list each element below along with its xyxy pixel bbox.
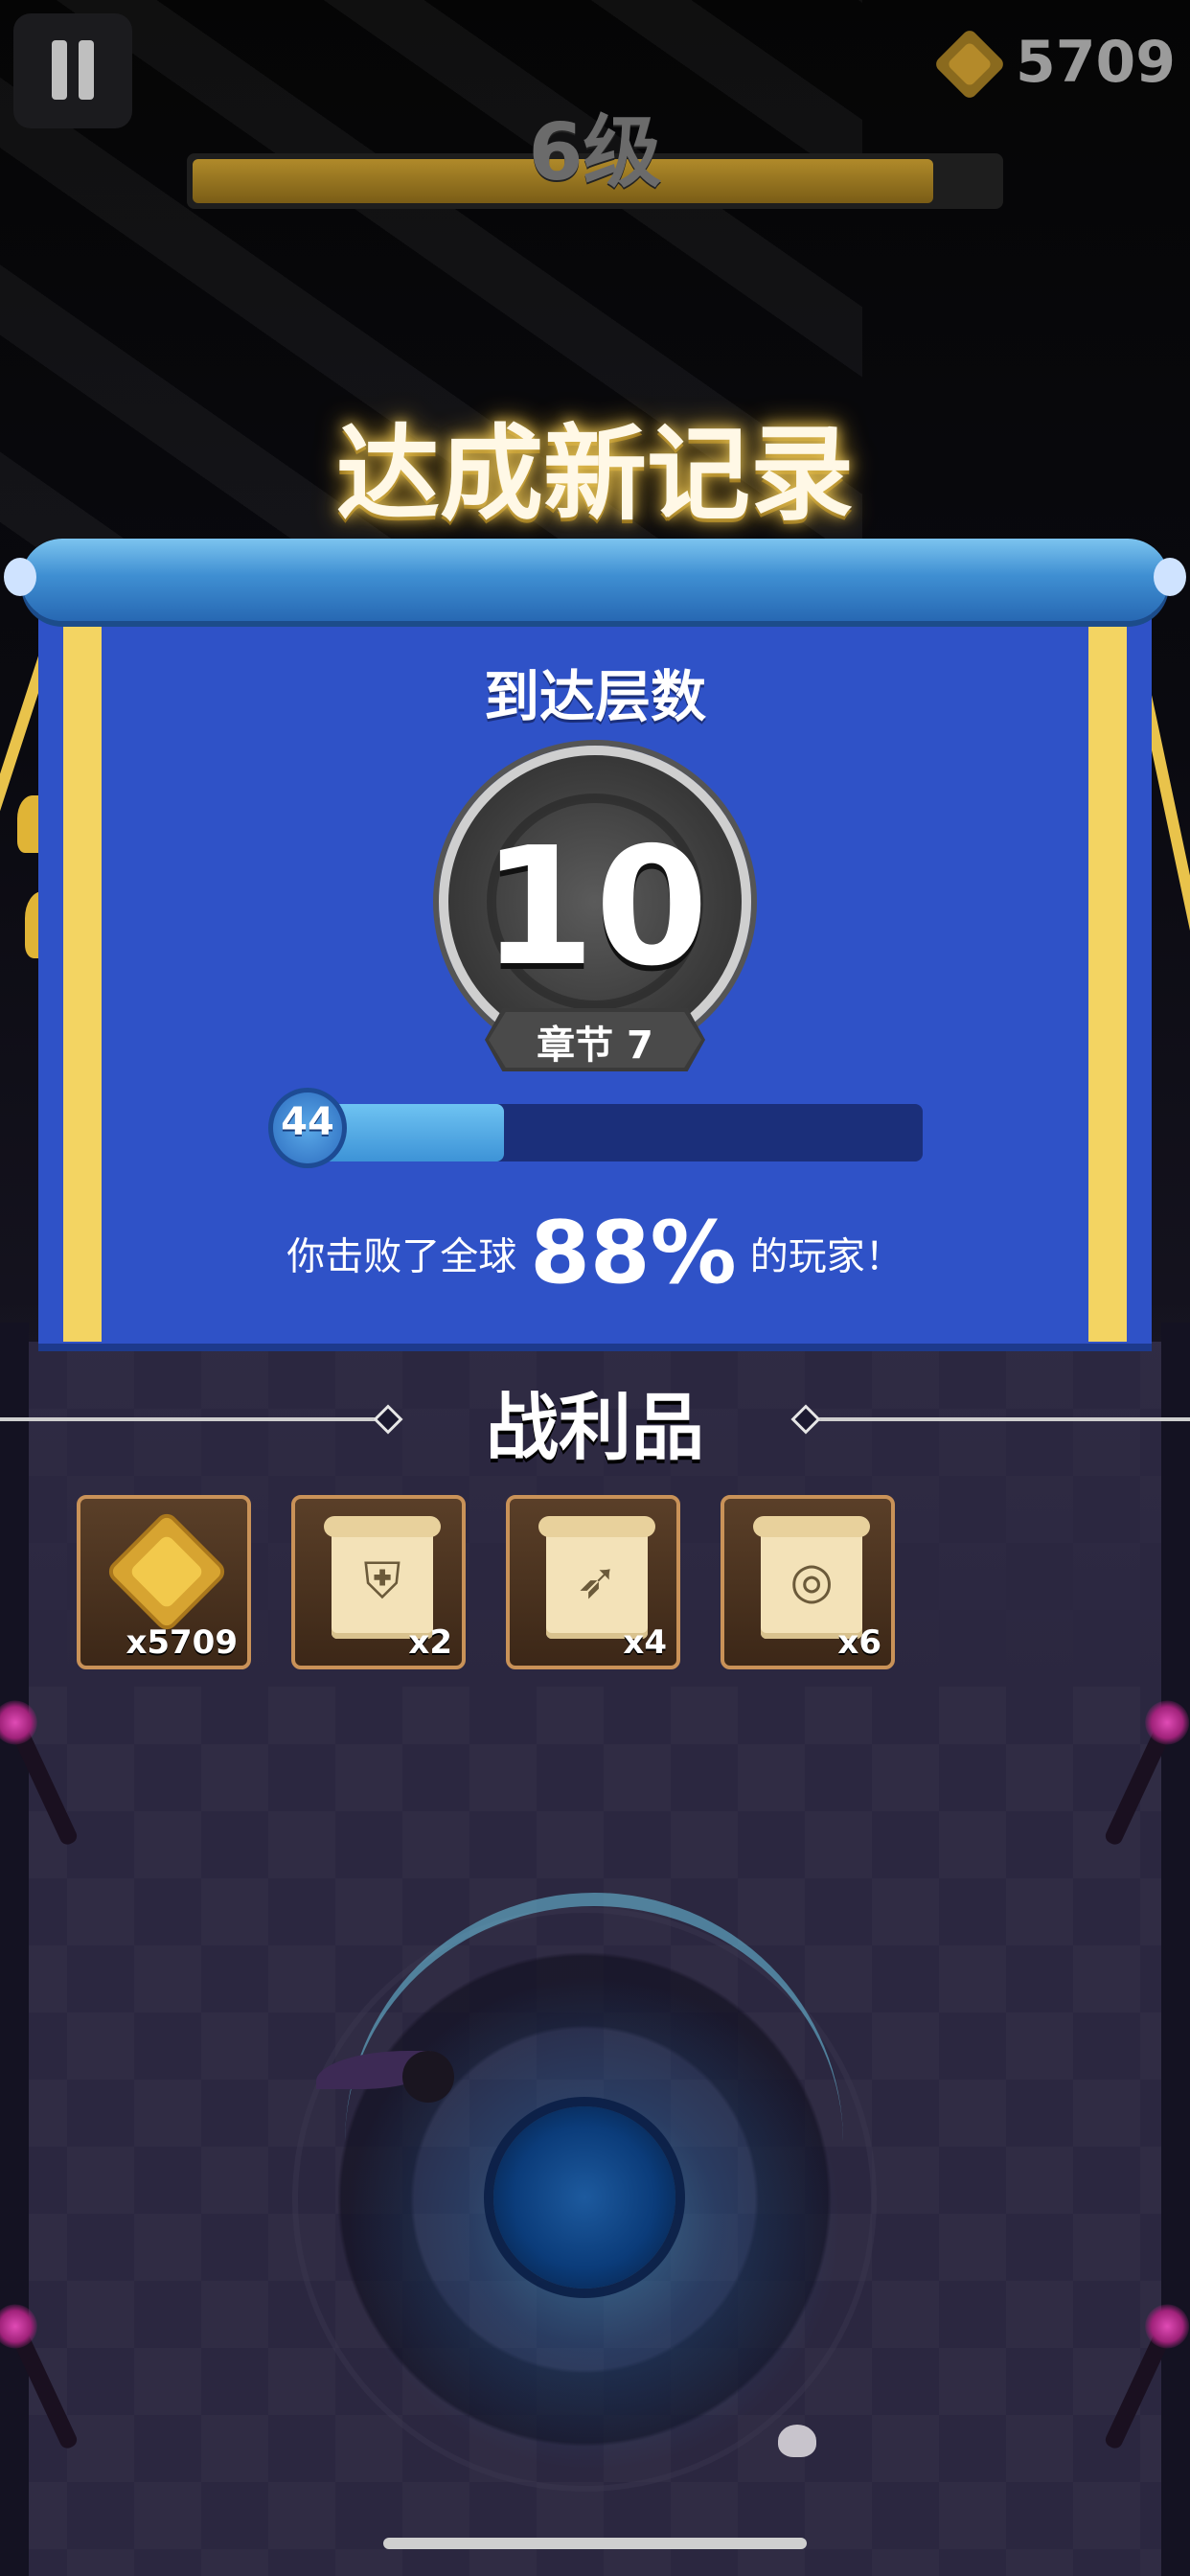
- loot-qty: x4: [623, 1623, 667, 1662]
- floor-number: 10: [481, 813, 709, 1002]
- beat-percent: 88%: [530, 1203, 737, 1303]
- rod-end-left: [4, 558, 36, 596]
- gem-icon: [103, 1508, 230, 1635]
- scroll-roll: [753, 1516, 870, 1537]
- scroll-rod: [21, 539, 1169, 621]
- loot-item-ring-scroll[interactable]: ◎ x6: [721, 1495, 895, 1669]
- portal-icon: [493, 2106, 675, 2288]
- loot-item-armor-scroll[interactable]: ⛨ x2: [291, 1495, 466, 1669]
- level-label: 6级: [528, 107, 662, 198]
- player-level-number: 44: [281, 1100, 334, 1144]
- armor-scroll-icon: ⛨: [363, 1552, 401, 1610]
- home-indicator[interactable]: [383, 2538, 807, 2549]
- floor-reached-label: 到达层数: [483, 664, 706, 729]
- loot-title: 战利品: [486, 1385, 704, 1470]
- currency-count: 5709: [1016, 29, 1176, 96]
- xp-progress-bar: [307, 1104, 923, 1162]
- ring-scroll-icon: ◎: [790, 1552, 834, 1610]
- bow-scroll-icon: ➶: [576, 1552, 618, 1610]
- scroll-roll: [324, 1516, 441, 1537]
- beat-players-line: 你击败了全球 88% 的玩家！: [0, 1203, 1190, 1303]
- bat-icon: [402, 2051, 454, 2103]
- chapter-label: 章节 7: [537, 1024, 653, 1068]
- loot-item-gems[interactable]: x5709: [77, 1495, 251, 1669]
- loot-qty: x2: [408, 1623, 452, 1662]
- scroll-roll: [538, 1516, 655, 1537]
- skull-icon: [778, 2425, 816, 2457]
- new-record-headline: 达成新记录: [335, 415, 854, 535]
- beat-suffix: 的玩家！: [749, 1234, 904, 1279]
- loot-item-bow-scroll[interactable]: ➶ x4: [506, 1495, 680, 1669]
- right-wall: [1161, 1322, 1190, 2576]
- game-screen: 5709 6级 达成新记录 到达层数 10 章节 7 44 你击败了全球 88% 的…: [0, 0, 1190, 2576]
- left-wall: [0, 1322, 29, 2576]
- loot-qty: x5709: [126, 1623, 238, 1662]
- loot-qty: x6: [837, 1623, 881, 1662]
- beat-prefix: 你击败了全球: [286, 1234, 517, 1279]
- rod-end-right: [1154, 558, 1186, 596]
